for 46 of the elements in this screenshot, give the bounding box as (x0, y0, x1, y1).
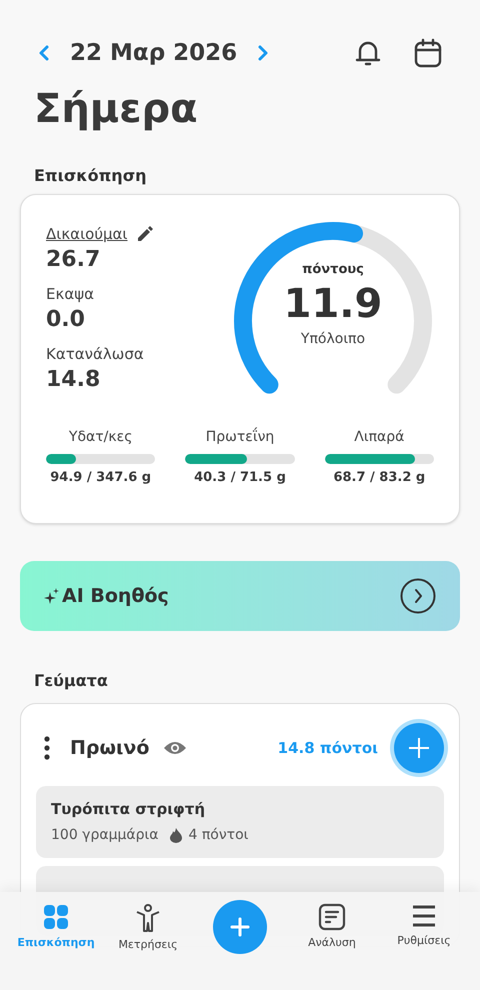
nav-tab[interactable]: Ρυθμίσεις (378, 900, 470, 950)
eye-icon (163, 740, 188, 756)
macro-label: Πρωτεΐνη (206, 427, 274, 447)
food-amount: 100 γραμμάρια (51, 826, 158, 844)
gauge-caption: Υπόλοιπο (300, 330, 366, 350)
meal-name: Πρωινό (70, 736, 150, 761)
date-label: 22 Μαρ 2026 (70, 38, 238, 68)
stat-value: 0.0 (46, 306, 86, 333)
stat-link[interactable]: Δικαιούμαι (46, 223, 128, 246)
meal-points: 14.8 πόντοι (278, 738, 378, 759)
calendar-icon (414, 38, 442, 68)
add-food-button[interactable] (394, 723, 444, 773)
macro-reading: 40.3 / 71.5 g (194, 469, 286, 487)
food-item[interactable]: Τυρόπιτα στριφτή 100 γραμμάρια 4 πόντοι (36, 786, 444, 858)
chevron-circle-icon (400, 578, 436, 614)
document-icon (318, 903, 346, 931)
grid-icon (42, 903, 70, 931)
flame-icon (170, 828, 182, 842)
macro-label: Υδατ/κες (68, 428, 132, 447)
vertical-dots-icon (44, 736, 50, 760)
menu-icon (410, 903, 438, 929)
sparkle-icon (44, 588, 60, 604)
nav-tab[interactable]: Ανάλυση (286, 900, 378, 952)
stat-value: 14.8 (46, 366, 102, 393)
gauge-unit: πόντους (302, 260, 364, 279)
macro-reading: 68.7 / 83.2 g (333, 469, 426, 487)
chevron-left-icon (38, 44, 50, 62)
ai-assistant-button[interactable]: AI Βοηθός (20, 561, 460, 631)
macro-label: Λιπαρά (354, 428, 404, 447)
stat-label: Εκαψα (46, 284, 94, 305)
stat-label: Κατανάλωσα (46, 344, 144, 365)
gauge-value: 11.9 (284, 280, 382, 330)
pencil-icon (136, 225, 154, 244)
plus-icon (408, 737, 430, 759)
section-heading: Γεύματα (33, 670, 109, 692)
stat-value: 26.7 (46, 246, 102, 273)
plus-icon (230, 917, 250, 937)
macro-reading: 94.9 / 347.6 g (50, 469, 152, 487)
nav-tab[interactable]: Μετρήσεις (102, 900, 194, 954)
body-icon (134, 903, 162, 933)
chevron-right-icon (257, 44, 270, 62)
add-button[interactable] (213, 900, 267, 954)
food-name: Τυρόπιτα στριφτή (51, 799, 206, 820)
page-title: Σήμερα (34, 85, 199, 134)
section-heading: Επισκόπηση (33, 165, 148, 187)
food-points: 4 πόντοι (188, 826, 248, 844)
